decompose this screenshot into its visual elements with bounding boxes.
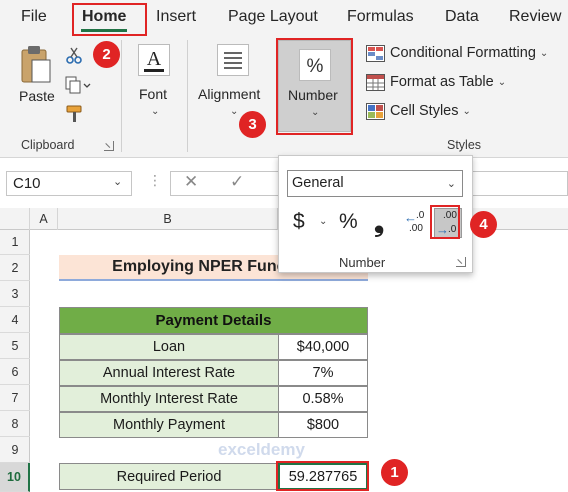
table-value-cell[interactable]: 0.58% [278, 386, 368, 412]
font-chevron-icon[interactable]: ⌄ [151, 106, 159, 117]
row-header[interactable]: 3 [0, 281, 30, 307]
menu-page-layout[interactable]: Page Layout [228, 8, 318, 26]
table-header[interactable]: Payment Details [59, 307, 368, 334]
alignment-button[interactable] [217, 44, 249, 81]
step-badge: 3 [239, 111, 266, 138]
table-value-cell[interactable]: $40,000 [278, 334, 368, 360]
currency-chevron-icon[interactable]: ⌄ [319, 216, 327, 227]
format-as-table-label: Format as Table [390, 74, 494, 90]
separator [121, 40, 122, 152]
row-header[interactable]: 4 [0, 307, 30, 333]
conditional-formatting-icon [366, 44, 385, 62]
clipboard-group-label: Clipboard [21, 138, 75, 152]
svg-text:A: A [147, 48, 162, 70]
row-header[interactable]: 7 [0, 385, 30, 411]
font-label: Font [139, 86, 168, 102]
copy-icon[interactable] [65, 76, 91, 99]
step-badge: 4 [470, 211, 497, 238]
align-icon [217, 44, 249, 76]
row-header[interactable]: 1 [0, 230, 30, 255]
paste-label: Paste [19, 88, 55, 104]
paste-icon [21, 46, 51, 83]
watermark: exceldemy [218, 440, 305, 459]
name-box-chevron-icon[interactable]: ⌄ [113, 175, 122, 188]
step-badge: 1 [381, 459, 408, 486]
increase-decimal-button[interactable]: ← .0 .00 [404, 208, 432, 238]
number-launcher-icon[interactable] [456, 257, 466, 267]
paste-button[interactable] [16, 44, 56, 91]
row-header[interactable]: 2 [0, 255, 30, 281]
conditional-formatting-chevron-icon: ⌄ [539, 47, 549, 59]
annotation-box-result [276, 461, 369, 491]
table-label-cell[interactable]: Monthly Interest Rate [59, 386, 279, 412]
row-header-active[interactable]: 10 [0, 463, 30, 492]
menu-formulas[interactable]: Formulas [347, 8, 414, 26]
cell-styles-chevron-icon: ⌄ [462, 105, 471, 117]
table-label-cell[interactable]: Monthly Payment [59, 412, 279, 438]
increase-decimal-bottom: .00 [409, 223, 423, 234]
styles-group-label: Styles [447, 138, 482, 152]
cell-styles-label: Cell Styles [390, 103, 459, 119]
row-header-bar: 1 2 3 4 5 6 7 8 9 10 [0, 230, 30, 492]
increase-decimal-top: .0 [416, 210, 425, 221]
cancel-formula-icon[interactable]: ✕ [184, 172, 198, 192]
menu-file[interactable]: File [21, 8, 47, 26]
formula-bar-dots-icon: ⋮ [148, 172, 162, 188]
font-button[interactable]: A [138, 44, 170, 81]
font-color-icon: A [138, 44, 170, 76]
column-header-a[interactable]: A [30, 208, 58, 230]
conditional-formatting-button[interactable]: Conditional Formatting ⌄ [366, 42, 548, 64]
alignment-label: Alignment [198, 86, 261, 102]
cell-styles-icon [366, 102, 385, 120]
table-value-cell[interactable]: $800 [278, 412, 368, 438]
menu-insert[interactable]: Insert [156, 8, 196, 26]
separator [187, 40, 188, 152]
number-dropdown-label: Number [339, 255, 386, 270]
percent-button[interactable]: % [339, 210, 358, 234]
format-as-table-icon [366, 73, 385, 91]
annotation-box-number [276, 38, 353, 135]
table-label-cell[interactable]: Loan [59, 334, 279, 360]
cut-icon[interactable] [65, 46, 83, 69]
table-label-cell[interactable]: Annual Interest Rate [59, 360, 279, 386]
number-format-select[interactable]: General ⌄ [287, 170, 463, 197]
select-all-corner[interactable] [0, 208, 30, 230]
clipboard-launcher-icon[interactable] [104, 141, 114, 151]
menu-review[interactable]: Review [509, 8, 561, 26]
conditional-formatting-label: Conditional Formatting [390, 45, 536, 61]
menu-data[interactable]: Data [445, 8, 479, 26]
number-format-value: General [292, 175, 344, 191]
format-as-table-button[interactable]: Format as Table ⌄ [366, 71, 506, 93]
row-header[interactable]: 9 [0, 437, 30, 463]
comma-button[interactable]: ❟ [374, 207, 384, 239]
chevron-down-icon: ⌄ [446, 178, 456, 190]
alignment-chevron-icon[interactable]: ⌄ [230, 106, 238, 117]
table-value-cell[interactable]: 7% [278, 360, 368, 386]
format-painter-icon[interactable] [65, 104, 87, 129]
row-header[interactable]: 5 [0, 333, 30, 359]
currency-button[interactable]: $ [293, 210, 305, 234]
cell-styles-button[interactable]: Cell Styles ⌄ [366, 100, 471, 122]
row-header[interactable]: 8 [0, 411, 30, 437]
enter-formula-icon[interactable]: ✓ [230, 172, 244, 192]
column-header-b[interactable]: B [58, 208, 278, 230]
format-as-table-chevron-icon: ⌄ [497, 76, 507, 88]
annotation-box-home [72, 3, 147, 36]
annotation-box-decrease-decimal [430, 205, 460, 239]
row-header[interactable]: 6 [0, 359, 30, 385]
result-label-cell[interactable]: Required Period [59, 463, 279, 490]
step-badge: 2 [93, 41, 120, 68]
